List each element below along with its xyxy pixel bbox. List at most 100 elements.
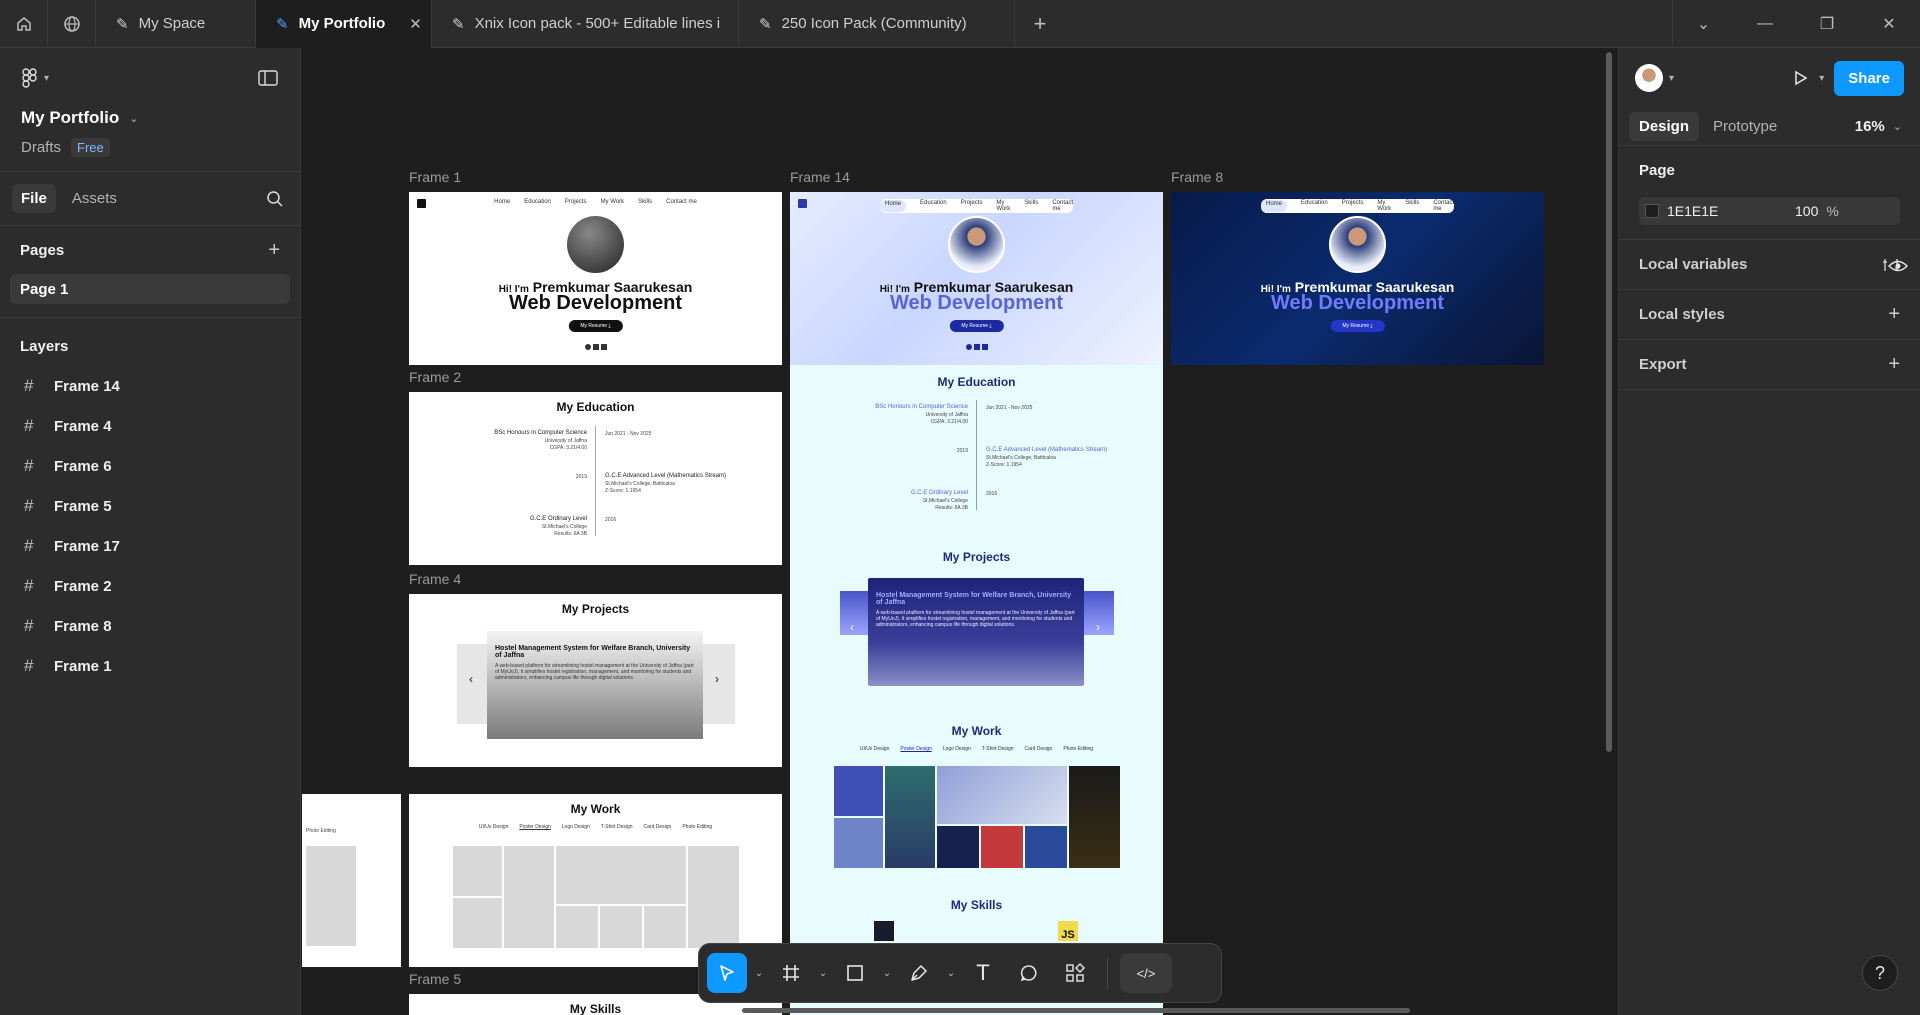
file-location[interactable]: Drafts bbox=[21, 139, 61, 156]
next-arrow-icon: › bbox=[715, 672, 719, 686]
layer-item[interactable]: # Frame 8 bbox=[0, 606, 300, 646]
tab-250-icon-pack[interactable]: ✎ 250 Icon Pack (Community) bbox=[739, 0, 1015, 48]
layer-label: Frame 5 bbox=[54, 497, 112, 515]
edu-title: BSc Honours in Computer Science bbox=[875, 404, 968, 410]
local-styles-row[interactable]: Local styles + bbox=[1619, 290, 1920, 340]
frame-tool-icon[interactable] bbox=[771, 953, 811, 993]
vertical-scrollbar[interactable] bbox=[1606, 52, 1612, 752]
work-tab: Card Design bbox=[1024, 746, 1053, 752]
search-icon[interactable] bbox=[266, 190, 284, 208]
frame-label[interactable]: Frame 5 bbox=[409, 971, 461, 987]
user-menu[interactable]: ▾ bbox=[1635, 64, 1674, 92]
layer-item[interactable]: # Frame 14 bbox=[0, 366, 300, 406]
layer-item[interactable]: # Frame 6 bbox=[0, 446, 300, 486]
add-style-icon[interactable]: + bbox=[1888, 303, 1900, 326]
add-page-icon[interactable]: + bbox=[268, 239, 280, 262]
color-swatch[interactable] bbox=[1645, 204, 1659, 218]
poster-thumb bbox=[885, 766, 935, 868]
chevron-down-icon[interactable]: ⌄ bbox=[1893, 120, 1902, 133]
layer-label: Frame 17 bbox=[54, 537, 120, 555]
frame-label[interactable]: Frame 4 bbox=[409, 571, 461, 587]
home-icon[interactable] bbox=[0, 0, 48, 48]
horizontal-scrollbar[interactable] bbox=[742, 1008, 1410, 1013]
sidebar-toggle-icon[interactable] bbox=[258, 70, 278, 86]
help-icon[interactable]: ? bbox=[1862, 955, 1898, 991]
nav-item: Education bbox=[1301, 200, 1328, 206]
layer-item[interactable]: # Frame 5 bbox=[0, 486, 300, 526]
close-window-icon[interactable]: ✕ bbox=[1858, 0, 1920, 48]
nav-item: Education bbox=[524, 199, 551, 205]
chevron-down-icon[interactable]: ▾ bbox=[1819, 73, 1824, 84]
edu-sub: St.Michael's College bbox=[922, 498, 968, 504]
poster-thumb bbox=[1025, 826, 1067, 868]
layer-item[interactable]: # Frame 17 bbox=[0, 526, 300, 566]
globe-icon[interactable] bbox=[48, 0, 96, 48]
pen-tool-icon[interactable] bbox=[899, 953, 939, 993]
layer-item[interactable]: # Frame 4 bbox=[0, 406, 300, 446]
export-label: Export bbox=[1639, 356, 1687, 373]
frame-label[interactable]: Frame 1 bbox=[409, 169, 461, 185]
bg-hex-input[interactable]: 1E1E1E bbox=[1667, 203, 1787, 219]
tab-assets[interactable]: Assets bbox=[64, 184, 125, 213]
profile-photo bbox=[948, 216, 1005, 273]
frame-label[interactable]: Frame 8 bbox=[1171, 169, 1223, 185]
text-tool-icon[interactable]: T bbox=[963, 953, 1003, 993]
frame-2[interactable]: My Education BSc Honours in Computer Sci… bbox=[409, 392, 782, 565]
bg-opacity-input[interactable]: 100 bbox=[1795, 203, 1818, 219]
tab-my-space[interactable]: ✎ My Space bbox=[96, 0, 256, 48]
prev-arrow-icon: ‹ bbox=[850, 620, 854, 634]
share-button[interactable]: Share bbox=[1834, 60, 1904, 96]
zoom-level[interactable]: 16% bbox=[1855, 118, 1885, 135]
frame-14[interactable]: Home Education Projects My Work Skills C… bbox=[790, 192, 1163, 1015]
frame-1[interactable]: Home Education Projects My Work Skills C… bbox=[409, 192, 782, 365]
projects-heading: My Projects bbox=[942, 550, 1011, 564]
main-menu-button[interactable]: ▾ bbox=[22, 68, 49, 88]
comment-tool-icon[interactable] bbox=[1009, 953, 1049, 993]
frame-6-partial[interactable]: Photo Editing bbox=[302, 794, 401, 967]
work-tab: Logo Design bbox=[561, 824, 590, 830]
tab-design[interactable]: Design bbox=[1629, 112, 1700, 141]
work-tab: T-Shirt Design bbox=[981, 746, 1014, 752]
nav-item: Education bbox=[920, 200, 947, 206]
close-tab-icon[interactable]: ✕ bbox=[409, 15, 422, 33]
file-name-dropdown[interactable]: My Portfolio ⌄ bbox=[21, 108, 279, 128]
rectangle-tool-icon[interactable] bbox=[835, 953, 875, 993]
dev-mode-toggle-icon[interactable]: </> bbox=[1120, 953, 1172, 993]
tab-file[interactable]: File bbox=[12, 184, 56, 213]
work-heading: My Work bbox=[951, 724, 1002, 738]
frame-8[interactable]: Home Education Projects My Work Skills C… bbox=[1171, 192, 1544, 365]
minimize-icon[interactable]: — bbox=[1734, 0, 1796, 48]
frame-4[interactable]: My Projects Hostel Management System for… bbox=[409, 594, 782, 767]
local-variables-row[interactable]: Local variables bbox=[1619, 240, 1920, 290]
play-icon[interactable] bbox=[1791, 69, 1809, 87]
frame-label[interactable]: Frame 2 bbox=[409, 369, 461, 385]
edu-title: G.C.E Ordinary Level bbox=[529, 516, 587, 522]
nav-item: Projects bbox=[1341, 200, 1364, 206]
canvas[interactable]: Frame 1 Frame 14 Frame 8 Frame 2 Frame 4… bbox=[302, 48, 1618, 1015]
edu-extra: Z-Score: 1.1954 bbox=[986, 462, 1022, 468]
new-tab-plus-icon[interactable]: + bbox=[1015, 0, 1065, 48]
social-icons bbox=[966, 344, 988, 350]
eye-icon[interactable] bbox=[1888, 259, 1908, 273]
chevron-down-icon[interactable]: ⌄ bbox=[1672, 0, 1734, 48]
chevron-down-icon[interactable]: ⌄ bbox=[881, 968, 893, 979]
tab-xnix-icon-pack[interactable]: ✎ Xnix Icon pack - 500+ Editable lines i bbox=[432, 0, 739, 48]
chevron-down-icon[interactable]: ⌄ bbox=[753, 968, 765, 979]
move-tool-icon[interactable] bbox=[707, 953, 747, 993]
work-tab: UI/Ux Design bbox=[478, 824, 509, 830]
restore-icon[interactable]: ❐ bbox=[1796, 0, 1858, 48]
file-name: My Portfolio bbox=[21, 108, 120, 127]
layer-item[interactable]: # Frame 2 bbox=[0, 566, 300, 606]
tab-prototype[interactable]: Prototype bbox=[1707, 112, 1783, 141]
export-row[interactable]: Export + bbox=[1619, 340, 1920, 390]
chevron-down-icon[interactable]: ⌄ bbox=[945, 968, 957, 979]
add-export-icon[interactable]: + bbox=[1888, 353, 1900, 376]
tab-my-portfolio[interactable]: ✎ My Portfolio ✕ bbox=[256, 0, 432, 48]
frame-17[interactable]: My Work UI/Ux Design Poster Design Logo … bbox=[409, 794, 782, 967]
actions-tool-icon[interactable] bbox=[1055, 953, 1095, 993]
page-item-page-1[interactable]: Page 1 bbox=[10, 274, 290, 304]
frame-label[interactable]: Frame 14 bbox=[790, 169, 850, 185]
layer-item[interactable]: # Frame 1 bbox=[0, 646, 300, 686]
poster-thumb bbox=[834, 818, 883, 868]
chevron-down-icon[interactable]: ⌄ bbox=[817, 968, 829, 979]
